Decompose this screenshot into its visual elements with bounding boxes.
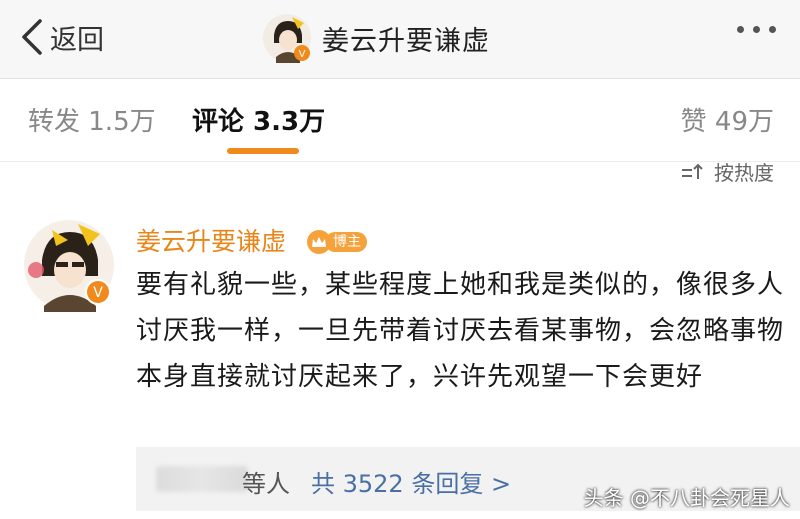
tab-repost[interactable]: 转发 1.5万 <box>28 101 156 138</box>
replies-suffix: 等人 <box>242 470 290 498</box>
sort-toggle[interactable]: 按热度 <box>680 157 774 186</box>
tab-comment[interactable]: 评论 3.3万 <box>192 101 325 138</box>
comment-author[interactable]: 姜云升要谦虚 <box>136 222 286 258</box>
comment-avatar[interactable]: V <box>22 218 116 312</box>
sort-label: 按热度 <box>714 161 774 185</box>
back-label: 返回 <box>50 24 104 56</box>
nav-title-group: V 姜云升要谦虚 <box>262 10 490 66</box>
tab-bar: 转发 1.5万 评论 3.3万 赞 49万 <box>0 79 800 162</box>
page-title: 姜云升要谦虚 <box>322 25 490 57</box>
svg-text:V: V <box>299 49 306 60</box>
back-button[interactable]: 返回 <box>18 14 104 60</box>
sort-icon <box>682 163 703 179</box>
more-dots-icon[interactable] <box>737 26 776 33</box>
tab-like[interactable]: 赞 49万 <box>681 101 774 138</box>
status-badge: 博主 <box>307 229 367 254</box>
blurred-username <box>156 466 248 492</box>
crown-icon <box>307 229 331 254</box>
chevron-left-icon <box>22 19 42 55</box>
top-navbar: 返回 V 姜云升要谦虚 <box>0 0 800 79</box>
svg-text:V: V <box>93 285 103 301</box>
avatar[interactable]: V <box>262 13 312 63</box>
badge-label: 博主 <box>325 231 367 252</box>
view-replies-link[interactable]: 共 3522 条回复 > <box>311 464 511 499</box>
watermark: 头条 @不八卦会死星人 <box>583 486 790 510</box>
comment-text: 要有礼貌一些，某些程度上她和我是类似的，像很多人讨厌我一样，一旦先带着讨厌去看某… <box>136 270 785 392</box>
active-tab-indicator <box>227 148 299 154</box>
